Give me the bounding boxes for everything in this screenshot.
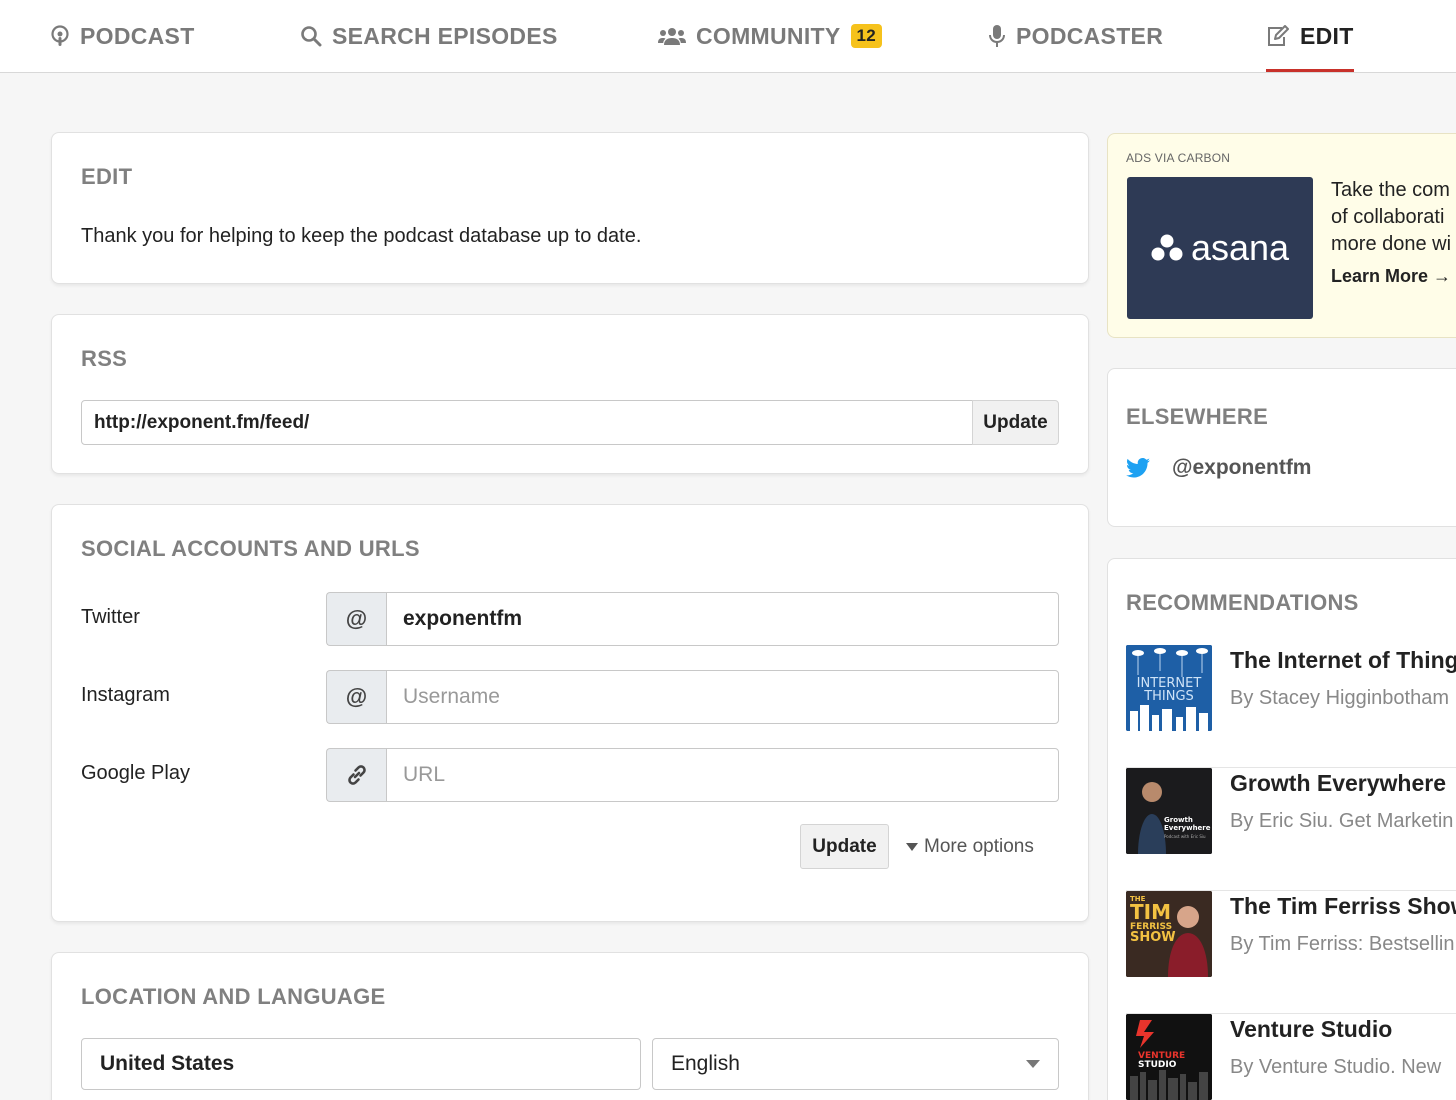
recommendation-author: By Eric Siu. Get Marketin xyxy=(1230,810,1454,832)
google-play-label: Google Play xyxy=(81,762,190,784)
instagram-label: Instagram xyxy=(81,684,170,706)
country-value: United States xyxy=(100,1052,235,1075)
card-title: LOCATION AND LANGUAGE xyxy=(81,984,386,1009)
growth-everywhere-artwork: Growth Everywhere Podcast with Eric Siu xyxy=(1126,768,1212,854)
card-title: ELSEWHERE xyxy=(1126,404,1269,429)
nav-tab-label: SEARCH EPISODES xyxy=(332,22,558,49)
iot-podcast-artwork: INTERNET THINGS xyxy=(1126,645,1212,731)
caret-down-icon xyxy=(906,843,918,851)
recommendation-author: By Stacey Higginbotham xyxy=(1230,687,1450,709)
card-title: RECOMMENDATIONS xyxy=(1126,590,1359,615)
twitter-input[interactable] xyxy=(386,592,1059,646)
recommendation-title: Growth Everywhere xyxy=(1230,770,1447,796)
search-icon xyxy=(301,26,322,47)
nav-tab-label: COMMUNITY xyxy=(696,22,841,49)
ad-copy-line: of collaborati xyxy=(1331,206,1445,228)
edit-intro-text: Thank you for helping to keep the podcas… xyxy=(81,225,642,247)
learn-more-link[interactable]: Learn More → xyxy=(1331,266,1451,287)
svg-text:Everywhere: Everywhere xyxy=(1164,824,1211,832)
recommendation-item[interactable]: INTERNET THINGS The Internet of Thing By … xyxy=(1126,645,1456,768)
svg-text:STUDIO: STUDIO xyxy=(1138,1060,1177,1070)
asana-logo-icon xyxy=(1151,234,1183,261)
twitter-label: Twitter xyxy=(81,606,140,628)
ad-copy-line: more done wi xyxy=(1331,233,1452,255)
nav-tab-edit[interactable]: EDIT xyxy=(1266,0,1354,72)
social-accounts-card: SOCIAL ACCOUNTS AND URLS Twitter @ Insta… xyxy=(51,504,1089,922)
at-sign-addon: @ xyxy=(326,670,386,724)
nav-tab-label: PODCAST xyxy=(80,22,195,49)
tim-ferriss-show-artwork: THE TIM FERRISS SHOW xyxy=(1126,891,1212,977)
more-options-label: More options xyxy=(924,836,1034,857)
nav-tab-label: EDIT xyxy=(1300,22,1354,49)
svg-text:Growth: Growth xyxy=(1164,816,1193,824)
social-update-button[interactable]: Update xyxy=(800,824,889,869)
location-language-card: LOCATION AND LANGUAGE United States Engl… xyxy=(51,952,1089,1100)
card-title: RSS xyxy=(81,346,128,371)
recommendation-item[interactable]: THE TIM FERRISS SHOW The Tim Ferriss Show B… xyxy=(1126,891,1456,1014)
ad-copy[interactable]: Take the com of collaborati more done wi xyxy=(1331,177,1456,258)
edit-icon xyxy=(1268,25,1289,46)
twitter-bird-icon xyxy=(1126,458,1150,478)
rss-card: RSS Update xyxy=(51,314,1089,474)
twitter-input-group: @ xyxy=(326,592,1059,646)
recommendation-author: By Tim Ferriss: Bestsellin xyxy=(1230,933,1455,955)
at-sign-addon: @ xyxy=(326,592,386,646)
recommendation-author: By Venture Studio. New xyxy=(1230,1056,1442,1078)
recommendation-title: The Tim Ferriss Show xyxy=(1230,893,1456,919)
twitter-handle: @exponentfm xyxy=(1172,456,1312,479)
svg-text:THINGS: THINGS xyxy=(1143,689,1194,704)
rss-url-input[interactable] xyxy=(81,400,973,445)
country-select[interactable]: United States xyxy=(81,1038,641,1090)
carbon-ad-card: ADS VIA CARBON asana Take the com of col… xyxy=(1107,133,1456,338)
ad-copy-line: Take the com xyxy=(1331,179,1450,201)
users-icon xyxy=(658,28,686,45)
elsewhere-card: ELSEWHERE @exponentfm xyxy=(1107,368,1456,527)
link-icon xyxy=(326,748,386,802)
language-select[interactable]: English xyxy=(652,1038,1059,1090)
twitter-link[interactable]: @exponentfm xyxy=(1126,456,1311,480)
recommendation-item[interactable]: Growth Everywhere Podcast with Eric Siu Gr… xyxy=(1126,768,1456,891)
rss-update-button[interactable]: Update xyxy=(972,400,1059,445)
card-title: SOCIAL ACCOUNTS AND URLS xyxy=(81,536,420,561)
nav-tab-label: PODCASTER xyxy=(1016,22,1164,49)
asana-wordmark: asana xyxy=(1190,227,1290,268)
google-play-input-group xyxy=(326,748,1059,802)
svg-text:Podcast with Eric Siu: Podcast with Eric Siu xyxy=(1164,834,1206,839)
nav-tab-podcast[interactable]: PODCAST xyxy=(50,0,195,72)
recommendation-item[interactable]: VENTURE STUDIO Venture Studio By Venture … xyxy=(1126,1014,1456,1100)
nav-tab-community[interactable]: COMMUNITY 12 xyxy=(658,0,883,72)
nav-tab-search-episodes[interactable]: SEARCH EPISODES xyxy=(300,0,558,72)
svg-text:SHOW: SHOW xyxy=(1130,930,1176,945)
language-value: English xyxy=(671,1052,740,1075)
podcast-icon xyxy=(51,25,69,46)
chevron-down-icon xyxy=(1026,1060,1040,1068)
more-options-toggle[interactable]: More options xyxy=(906,836,1034,858)
community-count-badge: 12 xyxy=(850,24,883,48)
top-nav: PODCAST SEARCH EPISODES COMMUNITY 12 POD… xyxy=(0,0,1456,73)
recommendation-title: The Internet of Thing xyxy=(1230,647,1456,673)
venture-studio-artwork: VENTURE STUDIO xyxy=(1126,1014,1212,1100)
nav-tab-podcaster[interactable]: PODCASTER xyxy=(988,0,1163,72)
asana-ad-image[interactable]: asana xyxy=(1127,177,1313,319)
recommendation-title: Venture Studio xyxy=(1230,1016,1393,1042)
ads-via-carbon-label: ADS VIA CARBON xyxy=(1126,151,1231,165)
google-play-url-input[interactable] xyxy=(386,748,1059,802)
instagram-input[interactable] xyxy=(386,670,1059,724)
microphone-icon xyxy=(989,25,1005,47)
recommendations-card: RECOMMENDATIONS INTERNET THINGS The Inter… xyxy=(1107,558,1456,1100)
edit-card: EDIT Thank you for helping to keep the p… xyxy=(51,132,1089,284)
svg-text:TIM: TIM xyxy=(1130,900,1171,924)
card-title: EDIT xyxy=(81,164,133,189)
instagram-input-group: @ xyxy=(326,670,1059,724)
